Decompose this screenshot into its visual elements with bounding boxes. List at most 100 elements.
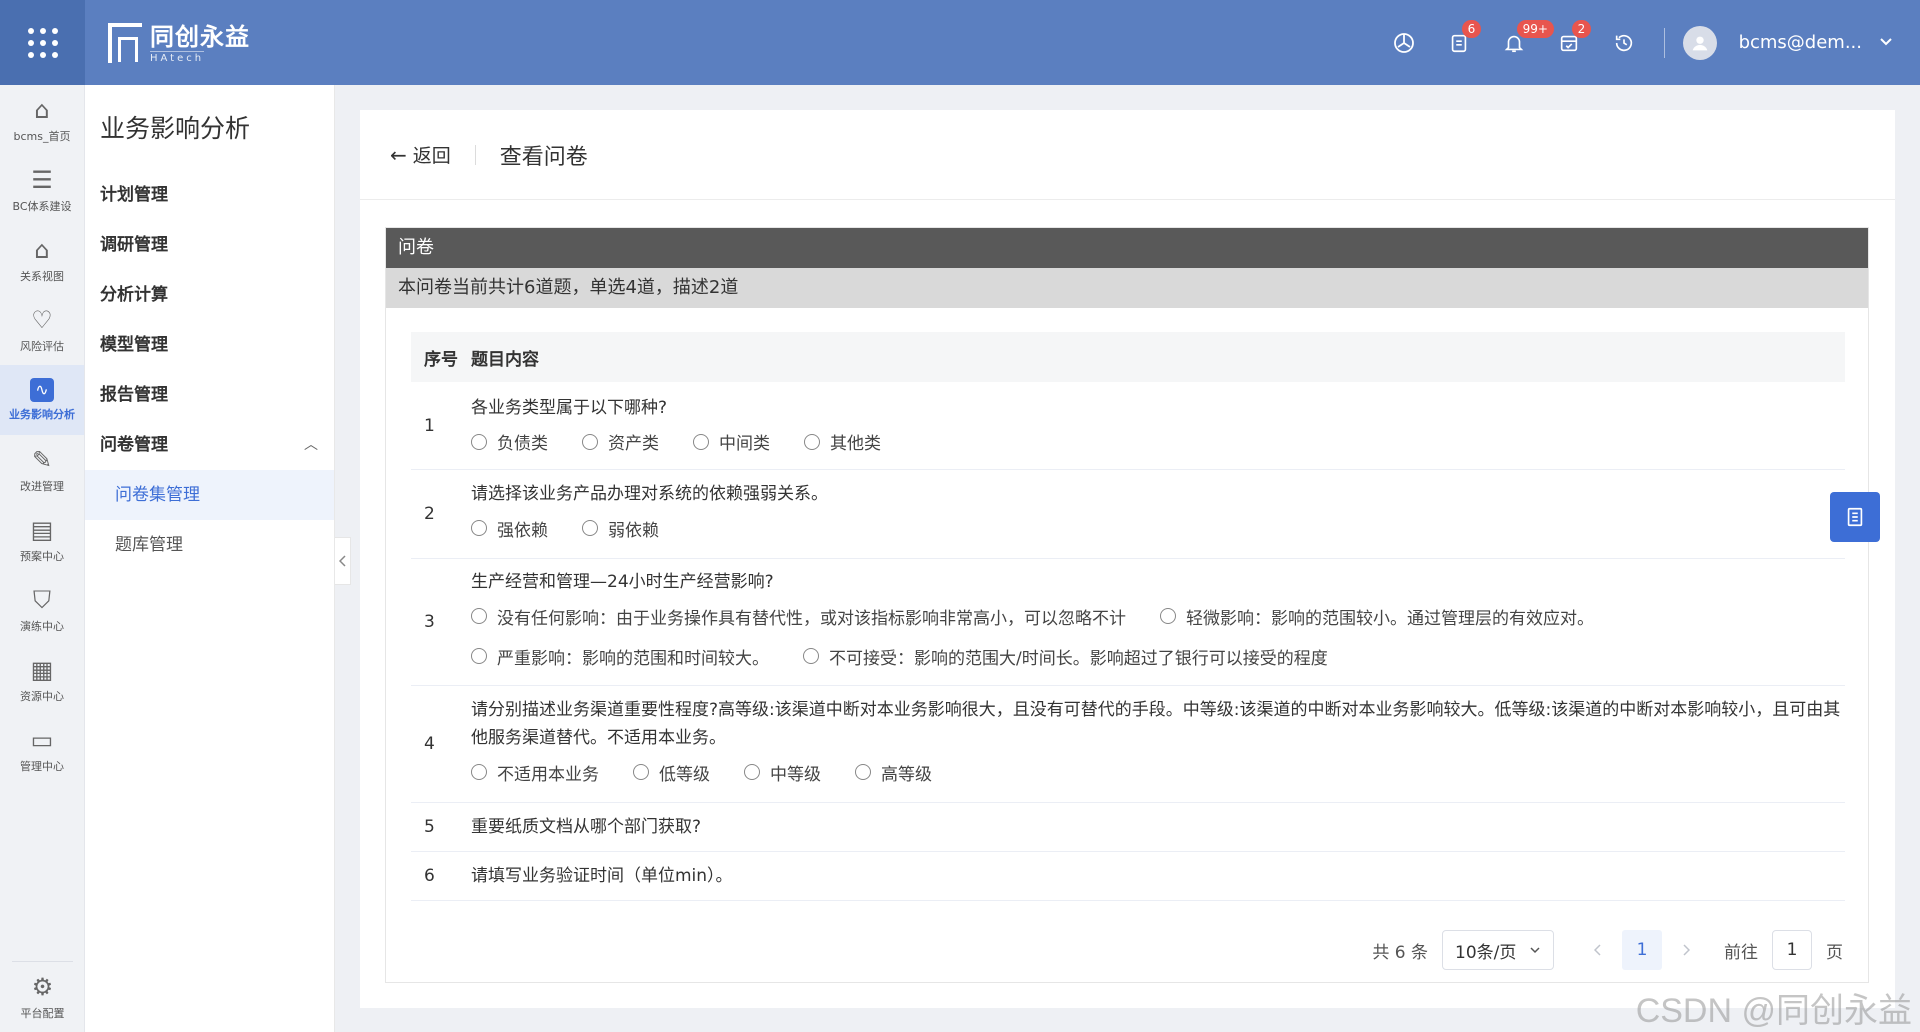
chevron-down-icon [1530, 947, 1540, 954]
radio-icon[interactable] [693, 433, 709, 450]
back-button[interactable]: ← 返回 [390, 141, 451, 168]
prev-page-button[interactable] [1578, 930, 1618, 970]
question-text: 重要纸质文档从哪个部门获取? [471, 817, 702, 837]
radio-option[interactable]: 中等级 [744, 752, 821, 792]
rail-item-platform-config[interactable]: ⚙ 平台配置 [0, 962, 85, 1032]
radio-option[interactable]: 不适用本业务 [471, 752, 599, 792]
radio-icon[interactable] [1160, 608, 1176, 624]
grid-icon: ▦ [30, 656, 54, 684]
page-title: 查看问卷 [499, 144, 588, 170]
radio-option[interactable]: 强依赖 [471, 508, 548, 548]
rail-item-plan-center[interactable]: ▤ 预案中心 [0, 505, 84, 575]
radio-option[interactable]: 负债类 [471, 422, 548, 462]
table-row: 4 请分别描述业务渠道重要性程度?高等级:该渠道中断对本业务影响很大，且没有可替… [411, 686, 1845, 803]
chevron-down-icon[interactable] [1878, 33, 1894, 53]
table-row: 6 请填写业务验证时间（单位min）。 [411, 852, 1845, 901]
rail-item-label: 风险评估 [20, 340, 64, 353]
app-grid-icon[interactable] [0, 0, 85, 85]
menu-item-model[interactable]: 模型管理 [85, 320, 334, 370]
logo-mark-icon [108, 23, 142, 63]
edit-icon: ✎ [31, 446, 53, 474]
next-page-button[interactable] [1666, 930, 1706, 970]
radio-icon[interactable] [471, 608, 487, 624]
radio-option[interactable]: 中间类 [693, 422, 770, 462]
question-no: 2 [424, 504, 435, 524]
rail-item-drill-center[interactable]: ⛉ 演练中心 [0, 575, 84, 645]
rail-item-resource-center[interactable]: ▦ 资源中心 [0, 645, 84, 715]
radio-option[interactable]: 严重影响：影响的范围和时间较大。 [471, 636, 769, 676]
rail-item-label: 预案中心 [20, 550, 64, 563]
rail-item-home[interactable]: ⌂ bcms_首页 [0, 85, 84, 155]
rail-item-label: BC体系建设 [12, 200, 72, 213]
radio-icon[interactable] [744, 764, 760, 780]
card-summary: 本问卷当前共计6道题，单选4道，描述2道 [386, 268, 1868, 308]
page-header: ← 返回 查看问卷 [360, 110, 1895, 200]
chevron-up-icon: ︿ [304, 437, 318, 453]
radio-icon[interactable] [471, 520, 487, 536]
menu-group-questionnaire[interactable]: 问卷管理 ︿ [85, 420, 334, 470]
gear-icon: ⚙ [31, 973, 54, 1001]
radio-option[interactable]: 高等级 [855, 752, 932, 792]
logo-subtitle: HAtech [150, 50, 205, 64]
explore-icon[interactable] [1377, 0, 1432, 85]
menu-subitem-questionnaire-set[interactable]: 问卷集管理 [85, 470, 334, 520]
rail-item-label: 改进管理 [20, 480, 64, 493]
question-text: 生产经营和管理—24小时生产经营影响? [471, 572, 774, 592]
collapse-menu-button[interactable] [335, 537, 351, 585]
radio-option[interactable]: 低等级 [633, 752, 710, 792]
chevron-left-icon [338, 555, 346, 567]
radio-icon[interactable] [804, 433, 820, 450]
radio-icon[interactable] [582, 520, 598, 536]
header-actions: 6 99+ 2 bcms@dem... [1377, 0, 1920, 85]
option-group: 强依赖 弱依赖 [471, 508, 1845, 548]
radio-icon[interactable] [803, 648, 819, 664]
rail-item-management-center[interactable]: ▭ 管理中心 [0, 715, 84, 785]
menu-item-analysis[interactable]: 分析计算 [85, 270, 334, 320]
radio-option[interactable]: 弱依赖 [582, 508, 659, 548]
header-divider [1663, 27, 1665, 58]
rail-item-relation-view[interactable]: ⌂ 关系视图 [0, 225, 84, 295]
menu-item-plan[interactable]: 计划管理 [85, 170, 334, 220]
rail-item-improvement[interactable]: ✎ 改进管理 [0, 435, 84, 505]
rail-item-risk-assessment[interactable]: ♡ 风险评估 [0, 295, 84, 365]
history-icon[interactable] [1597, 0, 1652, 85]
question-text: 请选择该业务产品办理对系统的依赖强弱关系。 [471, 484, 828, 504]
question-no: 4 [424, 734, 435, 754]
radio-option[interactable]: 不可接受：影响的范围大/时间长。影响超过了银行可以接受的程度 [803, 636, 1328, 676]
rail-item-bc-system[interactable]: ☰ BC体系建设 [0, 155, 84, 225]
menu-item-survey[interactable]: 调研管理 [85, 220, 334, 270]
question-text: 请填写业务验证时间（单位min）。 [471, 866, 733, 886]
radio-icon[interactable] [471, 648, 487, 664]
calendar-check-icon[interactable]: 2 [1542, 0, 1597, 85]
radio-icon[interactable] [471, 764, 487, 780]
radio-icon[interactable] [855, 764, 871, 780]
rail-item-bia[interactable]: ∿ 业务影响分析 [0, 365, 84, 435]
user-name[interactable]: bcms@dem... [1739, 32, 1862, 53]
rail-item-label: 资源中心 [20, 690, 64, 703]
side-panel-button[interactable] [1830, 492, 1880, 542]
avatar[interactable] [1682, 25, 1717, 60]
page-size-select[interactable]: 10条/页 [1442, 930, 1554, 970]
logo[interactable]: 同创永益 HAtech [108, 22, 250, 64]
radio-option[interactable]: 没有任何影响：由于业务操作具有替代性，或对该指标影响非常高小，可以忽略不计 [471, 596, 1126, 636]
bell-icon[interactable]: 99+ [1487, 0, 1554, 85]
radio-icon[interactable] [633, 764, 649, 780]
radio-option[interactable]: 其他类 [804, 422, 881, 462]
shield-icon: ⛉ [33, 586, 51, 614]
radio-icon[interactable] [582, 433, 598, 450]
table-row: 1 各业务类型属于以下哪种? 负债类 资产类 中间类 其他类 [411, 382, 1845, 470]
back-label: 返回 [412, 145, 451, 167]
menu-item-report[interactable]: 报告管理 [85, 370, 334, 420]
menu-subitem-question-bank[interactable]: 题库管理 [85, 520, 334, 570]
arrow-left-icon: ← [390, 142, 407, 167]
menu-title: 业务影响分析 [100, 114, 251, 143]
rail-item-label: 业务影响分析 [9, 408, 75, 421]
radio-option[interactable]: 轻微影响：影响的范围较小。通过管理层的有效应对。 [1160, 596, 1594, 636]
radio-option[interactable]: 资产类 [582, 422, 659, 462]
task-icon[interactable]: 6 [1432, 0, 1487, 85]
radio-icon[interactable] [471, 433, 487, 450]
rail-item-label: 演练中心 [20, 620, 64, 633]
goto-page-input[interactable]: 1 [1772, 930, 1812, 970]
page-number[interactable]: 1 [1622, 930, 1662, 970]
page-size-value: 10条/页 [1455, 942, 1517, 963]
